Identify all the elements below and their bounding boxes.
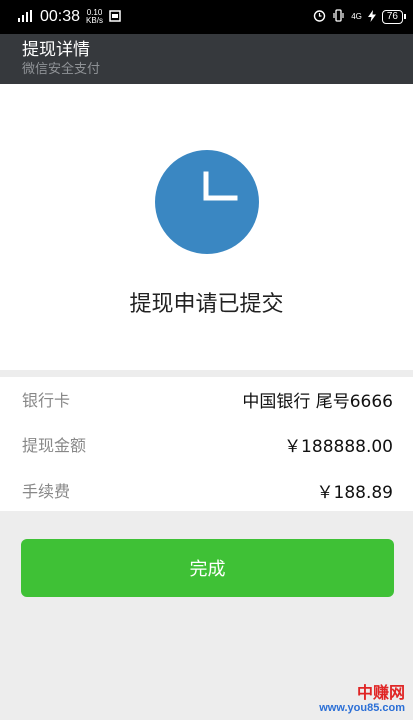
signal-icon [18, 9, 34, 25]
mobile-data-icon: 4G [351, 12, 362, 21]
row-value: 中国银行 尾号6666 [242, 391, 393, 412]
alarm-icon [313, 9, 326, 25]
watermark-title: 中赚网 [356, 683, 405, 702]
detail-row-bank: 银行卡 中国银行 尾号6666 [22, 384, 393, 414]
status-bar: 00:38 0.10 KB/s 4G 76 [0, 0, 413, 34]
detail-row-fee: 手续费 ￥188.89 [22, 475, 393, 505]
detail-card: 银行卡 中国银行 尾号6666 提现金额 ￥188888.00 手续费 ￥188… [0, 377, 413, 511]
page-title: 提现详情 [22, 40, 90, 60]
done-button[interactable]: 完成 [21, 539, 394, 597]
charging-icon [367, 9, 376, 25]
notification-icon [109, 9, 121, 25]
page-subtitle: 微信安全支付 [22, 62, 101, 77]
status-card: 提现申请已提交 [0, 84, 413, 370]
vibrate-icon [332, 9, 345, 25]
battery-icon: 76 [381, 10, 407, 24]
row-label: 银行卡 [22, 391, 71, 410]
app-header: 提现详情 微信安全支付 [0, 34, 413, 84]
network-speed: 0.10 KB/s [86, 9, 103, 25]
clock-icon [155, 150, 259, 254]
status-right: 4G 76 [313, 9, 407, 25]
row-label: 提现金额 [22, 436, 87, 455]
status-time: 00:38 [40, 8, 81, 25]
speed-unit: KB/s [86, 16, 103, 25]
row-label: 手续费 [22, 482, 71, 501]
status-left: 00:38 0.10 KB/s [18, 8, 121, 26]
watermark-url: www.you85.com [319, 702, 405, 714]
status-message: 提现申请已提交 [129, 292, 284, 317]
watermark: 中赚网 www.you85.com [319, 683, 405, 715]
detail-row-amount: 提现金额 ￥188888.00 [22, 429, 393, 459]
row-value: ￥188.89 [316, 482, 393, 503]
row-value: ￥188888.00 [284, 436, 393, 457]
